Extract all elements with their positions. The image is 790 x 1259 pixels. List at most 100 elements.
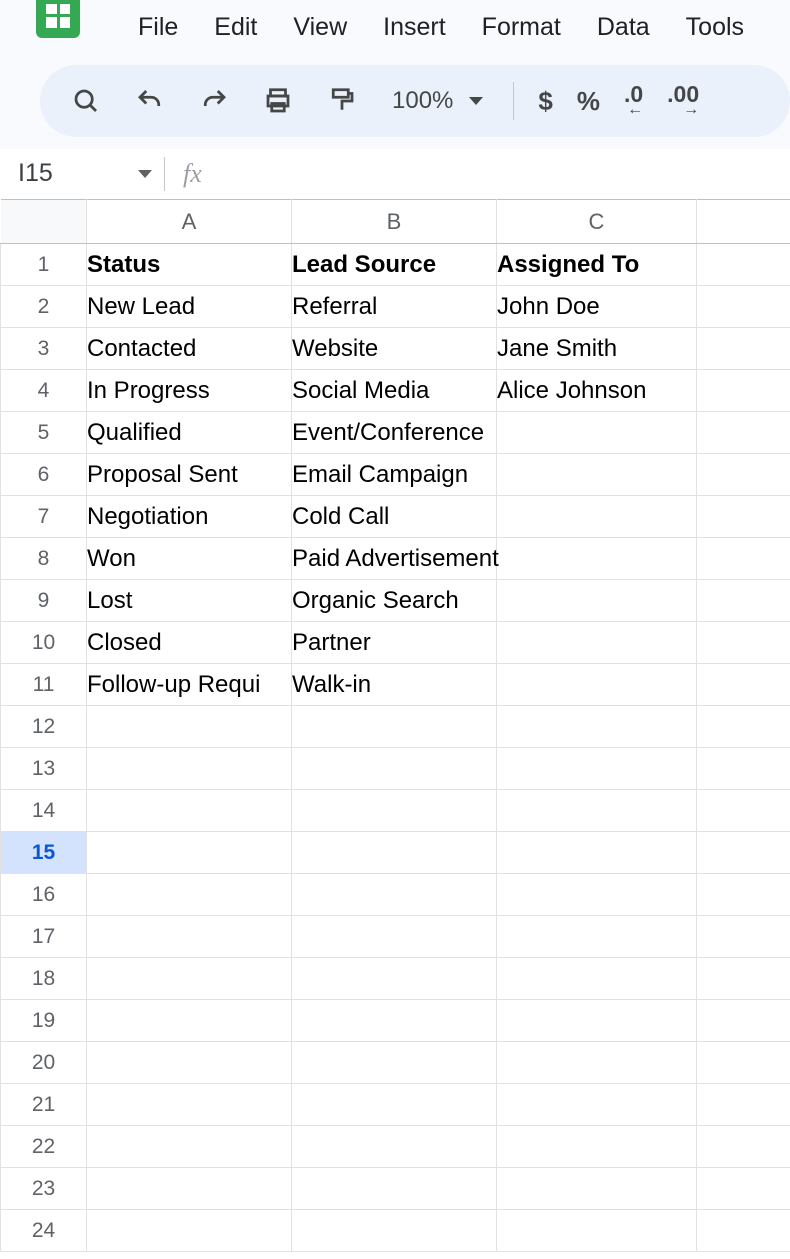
cell-extra-19[interactable] — [697, 1000, 790, 1042]
cell-B23[interactable] — [292, 1168, 497, 1210]
cell-C7[interactable] — [497, 496, 697, 538]
cell-A7[interactable]: Negotiation — [87, 496, 292, 538]
row-header[interactable]: 18 — [1, 958, 87, 1000]
cell-extra-15[interactable] — [697, 832, 790, 874]
cell-B12[interactable] — [292, 706, 497, 748]
cell-C14[interactable] — [497, 790, 697, 832]
cell-A1[interactable]: Status — [87, 244, 292, 286]
cell-C2[interactable]: John Doe — [497, 286, 697, 328]
cell-B3[interactable]: Website — [292, 328, 497, 370]
cell-C21[interactable] — [497, 1084, 697, 1126]
cell-B4[interactable]: Social Media — [292, 370, 497, 412]
cell-A21[interactable] — [87, 1084, 292, 1126]
row-header[interactable]: 20 — [1, 1042, 87, 1084]
cell-B24[interactable] — [292, 1210, 497, 1252]
cell-extra-1[interactable] — [697, 244, 790, 286]
cell-B22[interactable] — [292, 1126, 497, 1168]
cell-extra-16[interactable] — [697, 874, 790, 916]
cell-A13[interactable] — [87, 748, 292, 790]
row-header[interactable]: 6 — [1, 454, 87, 496]
cell-extra-18[interactable] — [697, 958, 790, 1000]
cell-A19[interactable] — [87, 1000, 292, 1042]
row-header[interactable]: 22 — [1, 1126, 87, 1168]
cell-C13[interactable] — [497, 748, 697, 790]
cell-B1[interactable]: Lead Source — [292, 244, 497, 286]
cell-extra-6[interactable] — [697, 454, 790, 496]
cell-B17[interactable] — [292, 916, 497, 958]
cell-B9[interactable]: Organic Search — [292, 580, 497, 622]
row-header[interactable]: 1 — [1, 244, 87, 286]
decrease-decimal-button[interactable]: .0 ← — [624, 81, 643, 121]
increase-decimal-button[interactable]: .00 → — [667, 81, 699, 121]
cell-A24[interactable] — [87, 1210, 292, 1252]
row-header[interactable]: 23 — [1, 1168, 87, 1210]
select-all-corner[interactable] — [1, 200, 87, 244]
cell-A10[interactable]: Closed — [87, 622, 292, 664]
row-header[interactable]: 19 — [1, 1000, 87, 1042]
cell-extra-8[interactable] — [697, 538, 790, 580]
cell-B21[interactable] — [292, 1084, 497, 1126]
cell-B18[interactable] — [292, 958, 497, 1000]
cell-A6[interactable]: Proposal Sent — [87, 454, 292, 496]
cell-C20[interactable] — [497, 1042, 697, 1084]
cell-A17[interactable] — [87, 916, 292, 958]
row-header[interactable]: 24 — [1, 1210, 87, 1252]
cell-extra-7[interactable] — [697, 496, 790, 538]
column-header-B[interactable]: B — [292, 200, 497, 244]
menu-view[interactable]: View — [275, 5, 365, 50]
column-header-C[interactable]: C — [497, 200, 697, 244]
cell-C8[interactable] — [497, 538, 697, 580]
cell-C1[interactable]: Assigned To — [497, 244, 697, 286]
cell-A3[interactable]: Contacted — [87, 328, 292, 370]
cell-B15[interactable] — [292, 832, 497, 874]
menu-insert[interactable]: Insert — [365, 5, 464, 50]
row-header[interactable]: 16 — [1, 874, 87, 916]
cell-A18[interactable] — [87, 958, 292, 1000]
cell-extra-5[interactable] — [697, 412, 790, 454]
redo-icon[interactable] — [194, 81, 234, 121]
cell-A20[interactable] — [87, 1042, 292, 1084]
cell-A5[interactable]: Qualified — [87, 412, 292, 454]
menu-file[interactable]: File — [120, 5, 196, 50]
row-header[interactable]: 2 — [1, 286, 87, 328]
cell-B14[interactable] — [292, 790, 497, 832]
search-icon[interactable] — [66, 81, 106, 121]
name-box[interactable]: I15 — [18, 159, 158, 188]
cell-extra-4[interactable] — [697, 370, 790, 412]
cell-extra-22[interactable] — [697, 1126, 790, 1168]
cell-B19[interactable] — [292, 1000, 497, 1042]
row-header[interactable]: 21 — [1, 1084, 87, 1126]
cell-B5[interactable]: Event/Conference — [292, 412, 497, 454]
cell-B20[interactable] — [292, 1042, 497, 1084]
spreadsheet-grid[interactable]: A B C 1StatusLead SourceAssigned To2New … — [0, 199, 790, 1252]
column-header-A[interactable]: A — [87, 200, 292, 244]
cell-A4[interactable]: In Progress — [87, 370, 292, 412]
cell-C10[interactable] — [497, 622, 697, 664]
row-header[interactable]: 10 — [1, 622, 87, 664]
row-header[interactable]: 13 — [1, 748, 87, 790]
cell-C18[interactable] — [497, 958, 697, 1000]
cell-extra-14[interactable] — [697, 790, 790, 832]
zoom-dropdown[interactable]: 100% — [386, 87, 489, 115]
row-header[interactable]: 17 — [1, 916, 87, 958]
cell-B11[interactable]: Walk-in — [292, 664, 497, 706]
cell-C22[interactable] — [497, 1126, 697, 1168]
row-header[interactable]: 12 — [1, 706, 87, 748]
cell-C6[interactable] — [497, 454, 697, 496]
row-header[interactable]: 4 — [1, 370, 87, 412]
cell-A15[interactable] — [87, 832, 292, 874]
cell-extra-24[interactable] — [697, 1210, 790, 1252]
cell-C17[interactable] — [497, 916, 697, 958]
cell-extra-20[interactable] — [697, 1042, 790, 1084]
row-header[interactable]: 15 — [1, 832, 87, 874]
cell-extra-13[interactable] — [697, 748, 790, 790]
cell-C12[interactable] — [497, 706, 697, 748]
cell-A8[interactable]: Won — [87, 538, 292, 580]
cell-A14[interactable] — [87, 790, 292, 832]
row-header[interactable]: 5 — [1, 412, 87, 454]
cell-extra-23[interactable] — [697, 1168, 790, 1210]
column-header-extra[interactable] — [697, 200, 790, 244]
cell-extra-10[interactable] — [697, 622, 790, 664]
cell-A11[interactable]: Follow-up Requi — [87, 664, 292, 706]
cell-B6[interactable]: Email Campaign — [292, 454, 497, 496]
